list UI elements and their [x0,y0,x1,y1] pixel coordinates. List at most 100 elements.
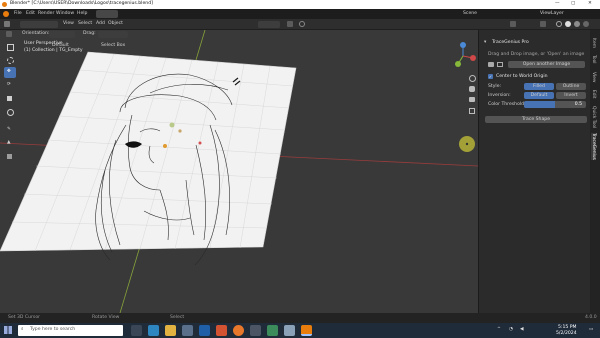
panel-title: TraceGenius Pro [492,40,529,45]
reference-image-plane[interactable] [0,51,297,252]
task-view-icon[interactable] [131,325,142,336]
shading-solid-icon[interactable] [565,21,571,27]
network-icon[interactable]: ◔ [509,327,513,333]
add-cube-tool-icon[interactable] [4,151,16,162]
editor-type-icon[interactable] [4,21,10,27]
status-bar: Set 3D Cursor Rotate View Select 4.0.0 [0,313,600,323]
overlays-icon[interactable] [510,21,516,27]
inversion-default-button[interactable]: Default [524,92,554,99]
cursor-tool-icon[interactable] [4,54,16,65]
notification-icon[interactable]: ▭ [589,327,593,333]
menu-select[interactable]: Select [78,21,92,27]
menu-file[interactable]: File [14,11,22,17]
trace-shape-button[interactable]: Trace Shape [485,116,587,123]
scene-selector[interactable]: Scene [463,11,477,17]
office-icon[interactable] [216,325,227,336]
mail-icon[interactable] [199,325,210,336]
menu-bar: File Edit Render Window Help Layout Mode… [0,9,600,27]
rotate-tool-icon[interactable]: ⟳ [4,80,16,91]
settings-gear-icon[interactable] [250,325,261,336]
xray-icon[interactable] [540,21,546,27]
perspective-toggle-icon[interactable] [469,108,475,114]
style-outline-button[interactable]: Outline [556,83,586,90]
tab-view[interactable]: View [591,72,596,82]
camera-view-icon[interactable] [469,97,475,102]
transform-pivot-icon[interactable] [6,31,12,37]
tab-uv-editing[interactable]: UV Editing [165,10,195,27]
transform-tool-icon[interactable] [4,106,16,117]
zoom-icon[interactable] [469,75,476,82]
view-layer-selector[interactable]: ViewLayer [540,11,564,17]
snap-icon[interactable] [287,21,293,27]
panel-collapse-icon[interactable]: ▾ [484,40,486,46]
firefox-icon[interactable] [233,325,244,336]
shading-material-icon[interactable] [574,21,580,27]
navigation-gizmo[interactable] [448,40,478,72]
menu-render[interactable]: Render [38,11,54,17]
proportional-edit-icon[interactable] [299,21,305,27]
mode-dropdown[interactable]: Object Mode [20,20,58,38]
close-icon[interactable]: ✕ [588,1,592,7]
viewport-header: Object Mode View Select Add Object Globa… [0,19,600,38]
taskbar-date[interactable]: 5/2/2024 [556,331,577,337]
measure-tool-icon[interactable]: ▲ [4,138,16,149]
menu-window[interactable]: Window [56,11,74,17]
taskbar-search-box[interactable]: ⌕ Type here to search [18,325,123,336]
tab-item[interactable]: Item [591,38,596,48]
mouse-cursor-dot [465,142,469,146]
threshold-slider[interactable]: 0.5 [524,101,586,108]
tab-quick-tool[interactable]: Quick Tool [591,106,596,128]
transform-orientation-dropdown[interactable]: Global [258,20,280,38]
inversion-invert-button[interactable]: Invert [556,92,586,99]
scene-sticker-2 [178,129,182,133]
open-image-button[interactable]: Open another Image [508,61,585,68]
menu-object[interactable]: Object [108,21,123,27]
tab-modeling[interactable]: Modeling [116,10,143,27]
maximize-icon[interactable]: ▢ [571,1,575,7]
store-icon[interactable] [182,325,193,336]
tab-shading[interactable]: Shading [224,10,249,27]
status-right-hint: Select [170,315,185,320]
notepad-icon[interactable] [284,325,295,336]
tab-tracegenius[interactable]: TraceGenius [591,133,596,160]
tray-chevron-icon[interactable]: ^ [497,327,501,333]
center-checkbox[interactable]: ✓ [488,74,493,79]
pan-hand-icon[interactable] [469,86,475,92]
taskbar-time[interactable]: 5:15 PM [558,325,577,331]
tab-layout[interactable]: Layout [96,10,118,27]
tab-geometry-nodes[interactable]: Geometry Nodes [329,10,374,27]
annotate-tool-icon[interactable]: ✎ [4,125,16,136]
tab-edit[interactable]: Edit [591,90,596,99]
blender-taskbar-icon[interactable] [301,325,312,336]
drag-dropdown[interactable]: Select Box [98,30,128,48]
orientation-dropdown[interactable]: Default [49,30,75,48]
style-filled-button[interactable]: Filled [524,83,554,90]
threshold-slider-fill [524,101,555,108]
scale-tool-icon[interactable] [4,93,16,104]
menu-help[interactable]: Help [77,11,87,17]
panel-hint: Drag and Drop image, or 'Open' an image [488,52,585,57]
edge-browser-icon[interactable] [148,325,159,336]
tab-texture-paint[interactable]: Texture Paint [192,10,228,27]
minimize-icon[interactable]: — [555,1,560,7]
style-label: Style: [488,84,502,89]
select-tool-icon[interactable] [4,41,16,52]
move-tool-icon[interactable]: ✥ [4,67,16,78]
tab-animation[interactable]: Animation [247,10,276,27]
folder-icon[interactable] [488,62,494,67]
tab-tool[interactable]: Tool [591,55,596,64]
3d-viewport[interactable]: User Perspective (1) Collection | TG_Emp… [0,30,478,313]
blender-menu-icon[interactable] [3,11,9,17]
menu-add[interactable]: Add [96,21,105,27]
file-explorer-icon[interactable] [165,325,176,336]
tab-scripting[interactable]: Scripting [369,10,395,27]
windows-start-icon[interactable] [4,326,12,334]
image-icon[interactable] [497,62,503,67]
shading-wireframe-icon[interactable] [556,21,562,27]
menu-view[interactable]: View [63,21,74,27]
menu-edit[interactable]: Edit [26,11,35,17]
shading-rendered-icon[interactable] [583,21,589,27]
tab-sculpting[interactable]: Sculpting [140,10,167,27]
photos-icon[interactable] [267,325,278,336]
volume-icon[interactable]: ◀ [520,327,524,333]
